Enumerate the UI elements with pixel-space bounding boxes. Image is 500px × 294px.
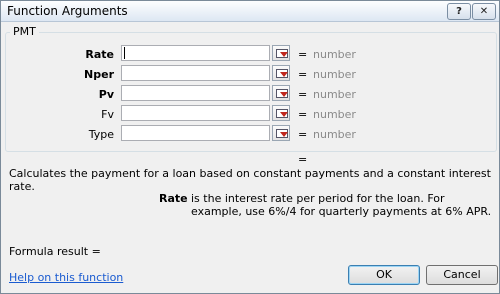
- collapse-dialog-button-fv[interactable]: [272, 105, 290, 121]
- type-input[interactable]: [121, 125, 270, 141]
- collapse-dialog-button-pv[interactable]: [272, 85, 290, 101]
- formula-result: Formula result =: [9, 245, 101, 258]
- text-caret: [124, 47, 125, 59]
- function-description: Calculates the payment for a loan based …: [9, 167, 491, 193]
- equals-sign: =: [298, 68, 308, 81]
- arg-label-nper: Nper: [84, 68, 114, 81]
- argument-detail-text: is the interest rate per period for the …: [191, 192, 492, 218]
- arg-result-type: number: [313, 128, 356, 141]
- arrow-down-icon: [280, 132, 288, 137]
- close-icon[interactable]: ✕: [472, 3, 496, 20]
- dialog-title: Function Arguments: [7, 4, 128, 18]
- title-bar[interactable]: Function Arguments ? ✕: [1, 1, 499, 22]
- function-name: PMT: [10, 25, 39, 38]
- function-arguments-dialog: Function Arguments ? ✕ PMT Rate = number…: [0, 0, 500, 294]
- arg-label-fv: Fv: [101, 108, 114, 121]
- help-link[interactable]: Help on this function: [9, 271, 123, 284]
- equals-sign: =: [298, 108, 308, 121]
- arg-result-fv: number: [313, 108, 356, 121]
- rate-input[interactable]: [121, 45, 270, 61]
- arg-result-nper: number: [313, 68, 356, 81]
- arrow-down-icon: [280, 52, 288, 57]
- cancel-button[interactable]: Cancel: [426, 265, 498, 285]
- argument-detail-label: Rate: [159, 192, 188, 205]
- arrow-down-icon: [280, 72, 288, 77]
- help-icon[interactable]: ?: [447, 3, 471, 20]
- arrow-down-icon: [280, 92, 288, 97]
- arg-label-rate: Rate: [85, 48, 114, 61]
- arrow-down-icon: [280, 112, 288, 117]
- equals-sign: =: [298, 48, 308, 61]
- equals-sign: =: [298, 128, 308, 141]
- collapse-dialog-button-rate[interactable]: [272, 45, 290, 61]
- fv-input[interactable]: [121, 105, 270, 121]
- arg-result-rate: number: [313, 48, 356, 61]
- equals-sign: =: [298, 88, 308, 101]
- pv-input[interactable]: [121, 85, 270, 101]
- collapse-dialog-button-type[interactable]: [272, 125, 290, 141]
- arg-label-pv: Pv: [98, 88, 114, 101]
- arg-result-pv: number: [313, 88, 356, 101]
- collapse-dialog-button-nper[interactable]: [272, 65, 290, 81]
- ok-button[interactable]: OK: [348, 265, 420, 285]
- nper-input[interactable]: [121, 65, 270, 81]
- function-result-equals: =: [298, 153, 308, 166]
- arg-label-type: Type: [88, 128, 114, 141]
